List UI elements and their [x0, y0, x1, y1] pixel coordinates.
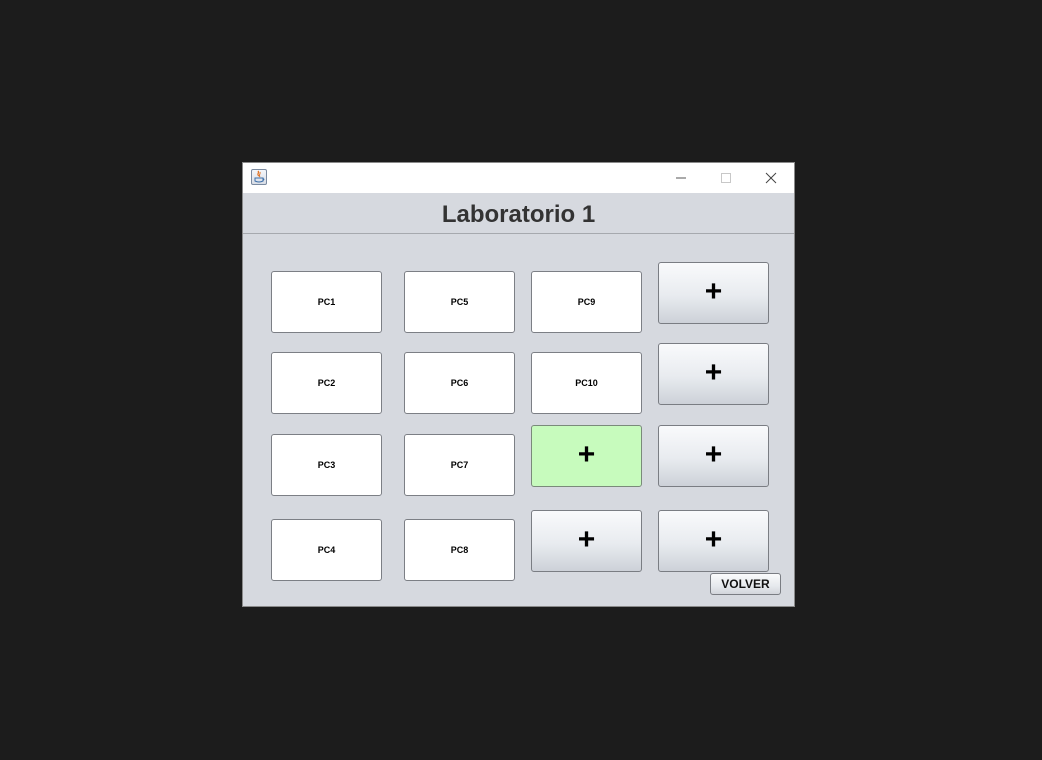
close-button[interactable]	[749, 163, 793, 193]
pc-button-6[interactable]: PC6	[404, 352, 515, 414]
pc-label: PC2	[317, 378, 336, 388]
pc-label: PC3	[317, 460, 336, 470]
add-pc-button-highlighted[interactable]: +	[531, 425, 642, 487]
pc-button-7[interactable]: PC7	[404, 434, 515, 496]
add-pc-button[interactable]: +	[531, 510, 642, 572]
add-pc-button[interactable]: +	[658, 425, 769, 487]
pc-label: PC1	[317, 297, 336, 307]
header: Laboratorio 1	[243, 193, 794, 234]
add-pc-button[interactable]: +	[658, 262, 769, 324]
java-icon[interactable]	[251, 169, 267, 185]
plus-icon: +	[704, 523, 723, 556]
pc-label: PC7	[450, 460, 469, 470]
pc-button-1[interactable]: PC1	[271, 271, 382, 333]
plus-icon: +	[704, 438, 723, 471]
pc-label: PC4	[317, 545, 336, 555]
pc-button-5[interactable]: PC5	[404, 271, 515, 333]
pc-button-9[interactable]: PC9	[531, 271, 642, 333]
plus-icon: +	[704, 275, 723, 308]
close-icon	[765, 172, 777, 184]
add-pc-button[interactable]: +	[658, 510, 769, 572]
maximize-button[interactable]	[704, 163, 748, 193]
add-pc-button[interactable]: +	[658, 343, 769, 405]
page-title: Laboratorio 1	[441, 201, 596, 228]
plus-icon: +	[577, 438, 596, 471]
laboratorio-window: Laboratorio 1 PC1 PC2 PC3 PC4 PC5 PC6 PC…	[242, 162, 795, 607]
pc-label: PC5	[450, 297, 469, 307]
volver-button[interactable]: VOLVER	[710, 573, 781, 595]
pc-label: PC10	[575, 378, 598, 388]
pc-button-2[interactable]: PC2	[271, 352, 382, 414]
maximize-icon	[721, 173, 731, 183]
pc-button-3[interactable]: PC3	[271, 434, 382, 496]
title-bar[interactable]	[243, 163, 794, 193]
pc-label: PC9	[577, 297, 596, 307]
pc-button-4[interactable]: PC4	[271, 519, 382, 581]
pc-label: PC6	[450, 378, 469, 388]
minimize-button[interactable]	[659, 163, 703, 193]
minimize-icon	[676, 177, 686, 179]
plus-icon: +	[704, 356, 723, 389]
pc-button-10[interactable]: PC10	[531, 352, 642, 414]
pc-button-8[interactable]: PC8	[404, 519, 515, 581]
pc-label: PC8	[450, 545, 469, 555]
plus-icon: +	[577, 523, 596, 556]
